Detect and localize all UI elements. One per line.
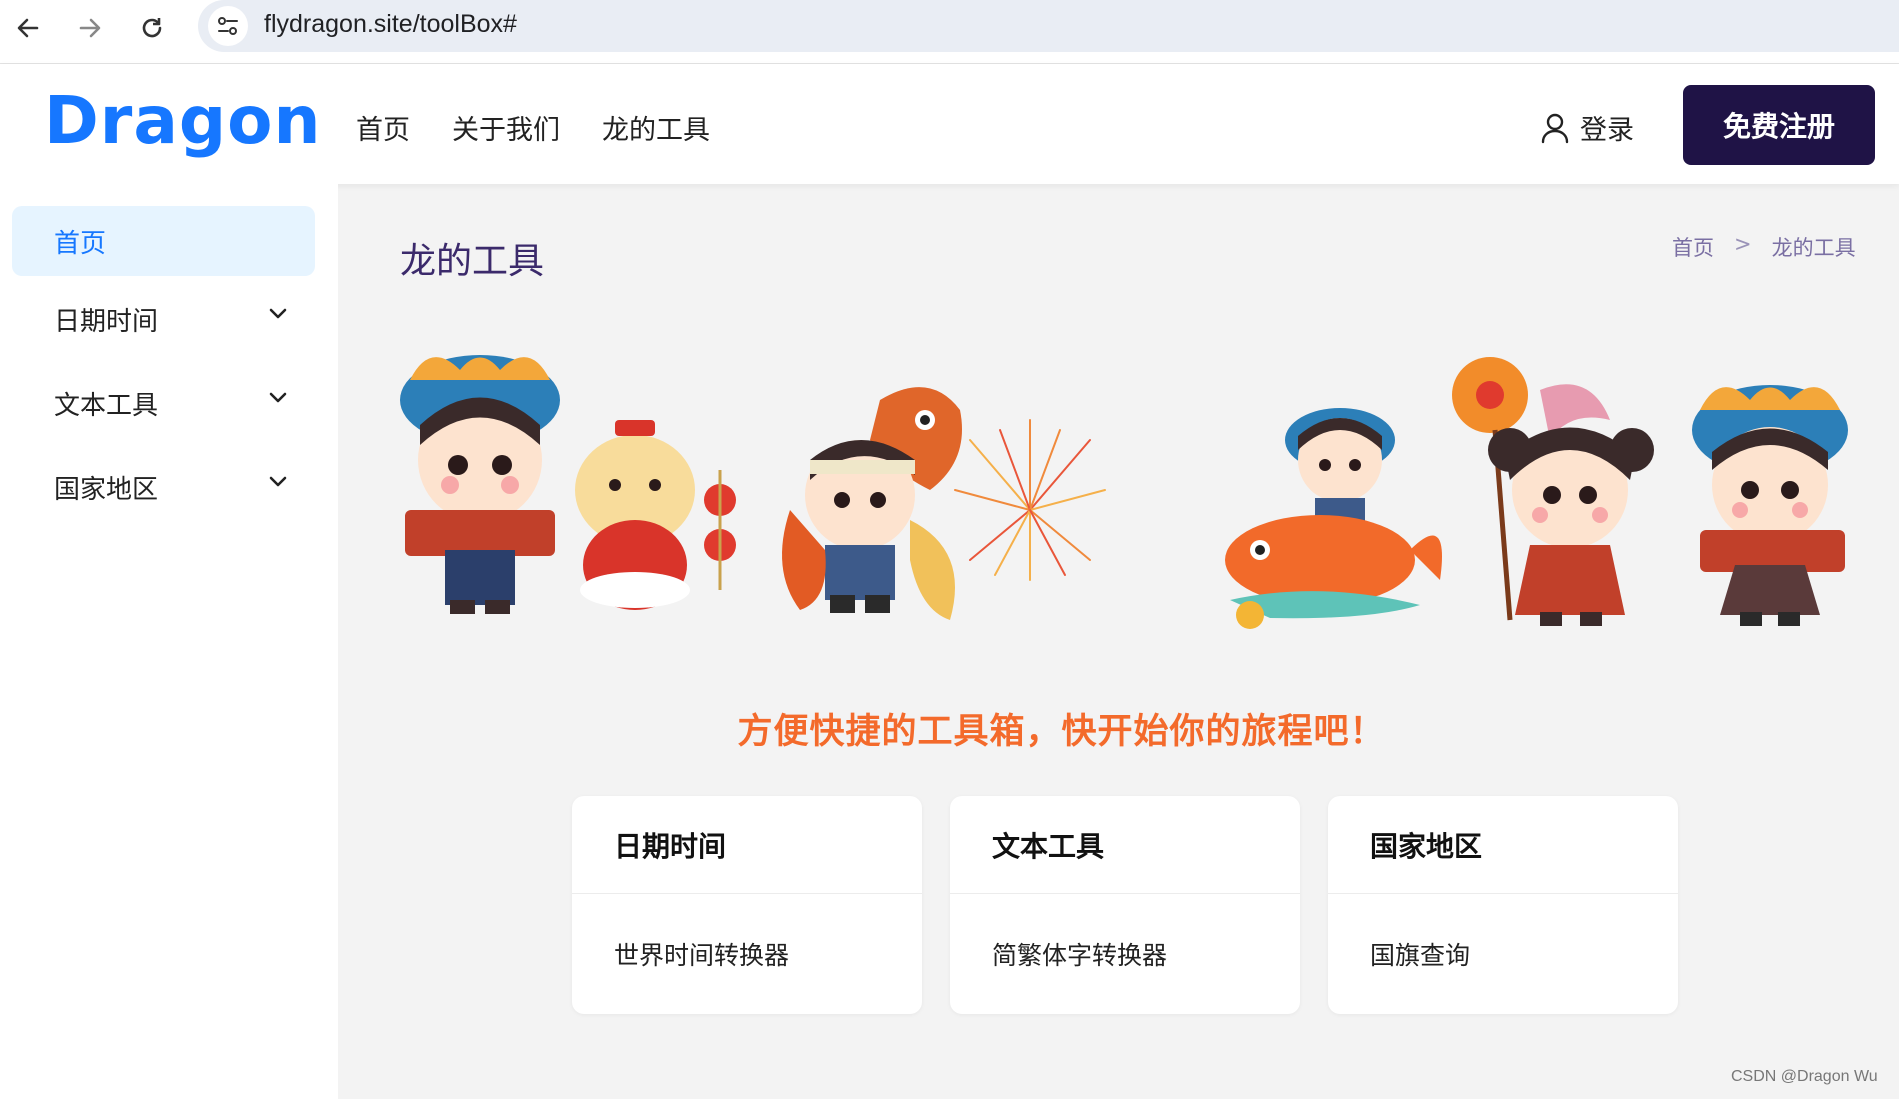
sidebar-item-home[interactable]: 首页 <box>12 206 315 276</box>
breadcrumb-current: 龙的工具 <box>1771 236 1856 260</box>
login-label: 登录 <box>1580 115 1634 146</box>
reload-icon[interactable] <box>134 10 170 46</box>
nav-tools[interactable]: 龙的工具 <box>602 108 710 147</box>
nav-home[interactable]: 首页 <box>356 108 410 147</box>
yellow-dragon-illustration <box>575 420 736 610</box>
breadcrumb-separator: > <box>1734 232 1752 256</box>
card-title: 文本工具 <box>950 796 1300 894</box>
card-link-chinese-converter[interactable]: 简繁体字转换器 <box>950 894 1300 1014</box>
girl-with-lantern-illustration <box>1452 357 1654 626</box>
address-bar[interactable]: flydragon.site/toolBox# <box>198 0 1899 52</box>
tool-card-countries: 国家地区 国旗查询 <box>1328 796 1678 1014</box>
top-nav: 首页 关于我们 龙的工具 <box>356 108 710 147</box>
breadcrumb-home[interactable]: 首页 <box>1672 232 1714 262</box>
sidebar-item-countries[interactable]: 国家地区 <box>12 452 315 522</box>
kid-dragon-hat-illustration <box>400 355 560 614</box>
sidebar-item-label: 日期时间 <box>54 306 159 337</box>
card-link-flag-lookup[interactable]: 国旗查询 <box>1328 894 1678 1014</box>
slogan-text: 方便快捷的工具箱，快开始你的旅程吧！ <box>737 712 1386 752</box>
sidebar-item-text-tools[interactable]: 文本工具 <box>12 368 315 438</box>
site-header: Dragon 首页 关于我们 龙的工具 登录 免费注册 <box>0 64 1899 184</box>
register-button[interactable]: 免费注册 <box>1683 85 1875 165</box>
chevron-down-icon <box>269 392 287 403</box>
fireworks-illustration <box>954 419 1106 581</box>
slogan: 方便快捷的工具箱，快开始你的旅程吧！ <box>0 703 1899 754</box>
kid-koi-fish-illustration <box>1225 408 1442 629</box>
sidebar-item-datetime[interactable]: 日期时间 <box>12 284 315 354</box>
url-text[interactable]: flydragon.site/toolBox# <box>264 10 517 39</box>
sidebar: 首页 日期时间 文本工具 国家地区 <box>0 184 338 1099</box>
page-title: 龙的工具 <box>400 241 545 282</box>
card-title: 国家地区 <box>1328 796 1678 894</box>
tool-card-text-tools: 文本工具 简繁体字转换器 <box>950 796 1300 1014</box>
back-arrow-icon[interactable] <box>10 10 46 46</box>
kid-dragon-dance-illustration <box>782 387 962 620</box>
login-button[interactable]: 登录 <box>1540 108 1634 147</box>
site-settings-icon[interactable] <box>208 6 248 46</box>
tool-card-datetime: 日期时间 世界时间转换器 <box>572 796 922 1014</box>
browser-toolbar: flydragon.site/toolBox# <box>0 0 1899 64</box>
breadcrumb: 首页 > 龙的工具 <box>1672 232 1856 262</box>
user-icon <box>1541 113 1569 143</box>
chevron-down-icon <box>269 476 287 487</box>
nav-about[interactable]: 关于我们 <box>452 108 560 147</box>
watermark: CSDN @Dragon Wu <box>1731 1068 1878 1085</box>
kid-dragon-hat-girl-illustration <box>1692 385 1848 626</box>
site-logo[interactable]: Dragon <box>44 82 321 159</box>
chevron-down-icon <box>269 308 287 319</box>
banner-illustration <box>400 355 1848 629</box>
forward-arrow-icon[interactable] <box>72 10 108 46</box>
sidebar-item-label: 国家地区 <box>54 474 159 505</box>
card-title: 日期时间 <box>572 796 922 894</box>
sidebar-item-label: 首页 <box>54 228 107 259</box>
sidebar-item-label: 文本工具 <box>54 390 159 421</box>
card-link-world-time-converter[interactable]: 世界时间转换器 <box>572 894 922 1014</box>
